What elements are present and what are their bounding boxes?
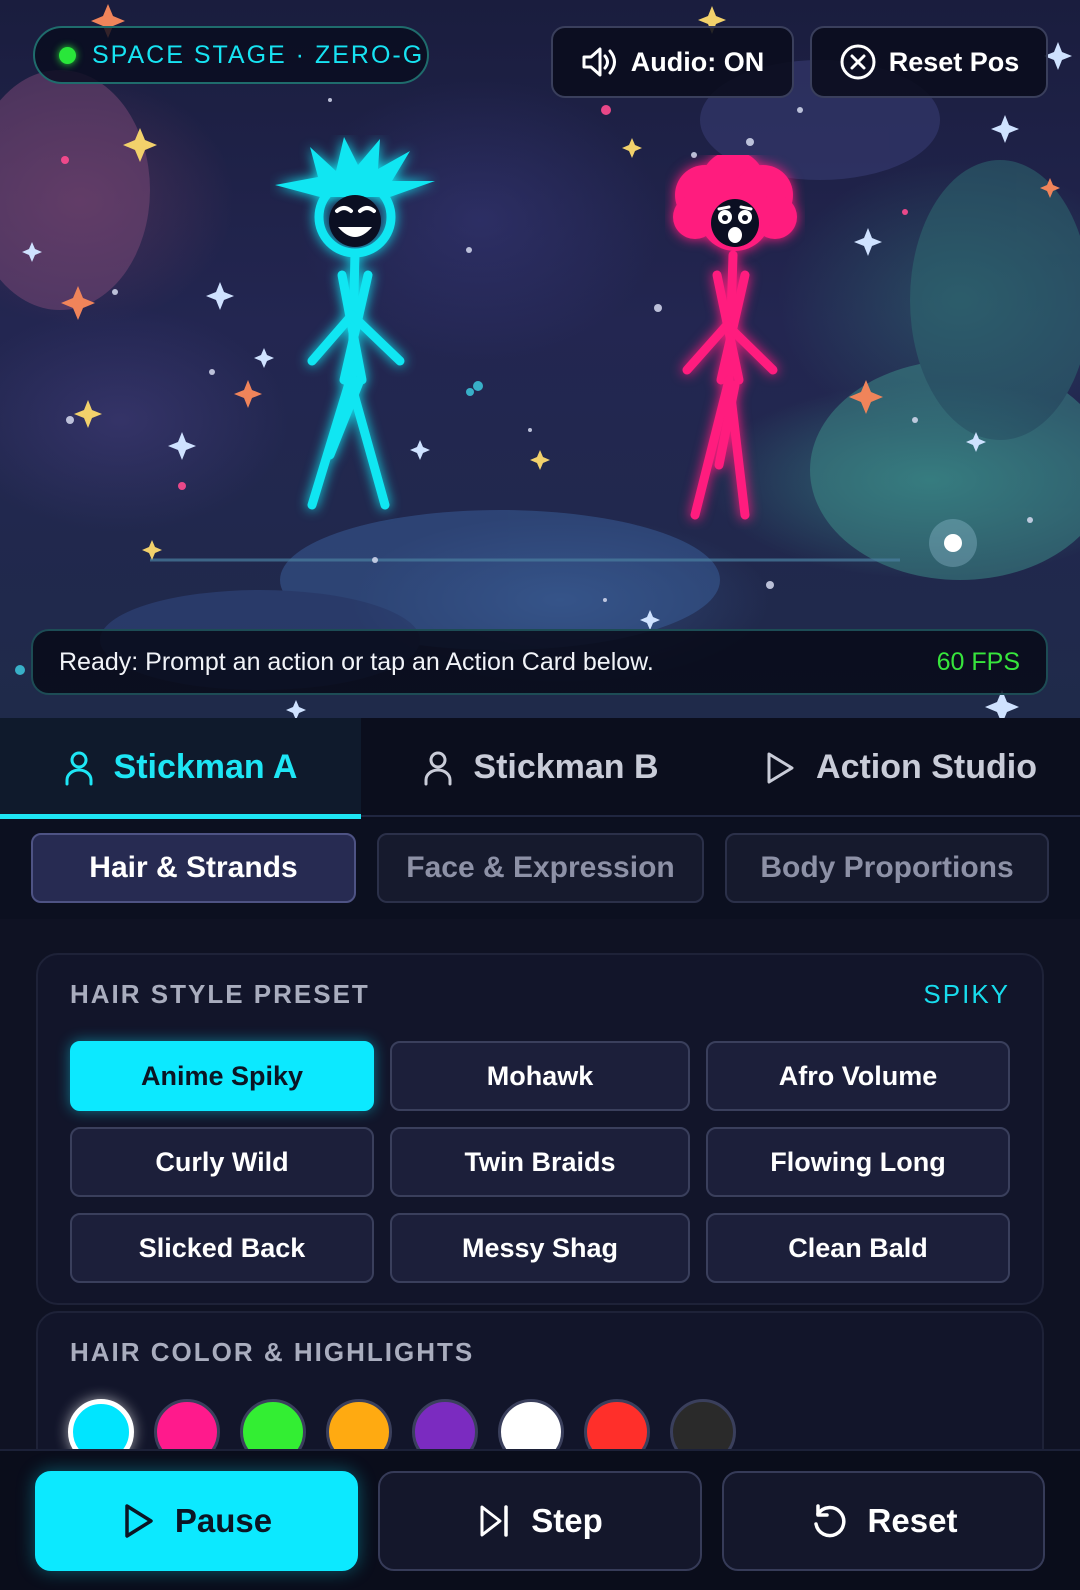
sub-tabs: Hair & Strands Face & Expression Body Pr… <box>0 819 1080 919</box>
tab-action-studio[interactable]: Action Studio <box>721 718 1080 817</box>
stage-badge: SPACE STAGE · ZERO-G <box>33 26 429 84</box>
pause-label: Pause <box>174 1502 273 1539</box>
hair-color-card: HAIR COLOR & HIGHLIGHTS <box>36 1311 1044 1449</box>
speaker-icon <box>582 47 616 77</box>
subtab-body[interactable]: Body Proportions <box>725 833 1049 903</box>
main-tabs: Stickman A Stickman B Action Studio <box>0 718 1080 819</box>
playback-controls: Pause Step Reset <box>0 1449 1080 1590</box>
status-bar: Ready: Prompt an action or tap an Action… <box>31 629 1048 695</box>
preset-flowing-long[interactable]: Flowing Long <box>706 1127 1010 1197</box>
step-button[interactable]: Step <box>378 1471 702 1571</box>
color-swatch[interactable] <box>68 1399 134 1449</box>
preset-slicked-back[interactable]: Slicked Back <box>70 1213 374 1283</box>
stickman-a[interactable] <box>270 135 440 525</box>
preset-clean-bald[interactable]: Clean Bald <box>706 1213 1010 1283</box>
play-icon <box>125 1504 153 1538</box>
stickman-b[interactable] <box>665 155 805 530</box>
hair-style-card: HAIR STYLE PRESET SPIKY Anime Spiky Moha… <box>36 953 1044 1305</box>
color-swatch[interactable] <box>240 1399 306 1449</box>
color-swatch[interactable] <box>412 1399 478 1449</box>
subtab-hair[interactable]: Hair & Strands <box>31 833 356 903</box>
customization-panel[interactable]: HAIR STYLE PRESET SPIKY Anime Spiky Moha… <box>0 919 1080 1449</box>
fps-counter: 60 FPS <box>936 647 1020 676</box>
tab-stickman-a-label: Stickman A <box>113 748 298 786</box>
tab-stickman-b-label: Stickman B <box>473 748 659 786</box>
reset-icon <box>813 1504 846 1538</box>
reset-pos-label: Reset Pos <box>888 46 1020 77</box>
stage-badge-label: SPACE STAGE · ZERO-G <box>92 40 425 69</box>
color-swatch[interactable] <box>584 1399 650 1449</box>
color-swatch[interactable] <box>154 1399 220 1449</box>
tab-action-studio-label: Action Studio <box>816 748 1037 786</box>
play-icon <box>767 752 794 783</box>
preset-curly-wild[interactable]: Curly Wild <box>70 1127 374 1197</box>
preset-anime-spiky[interactable]: Anime Spiky <box>70 1041 374 1111</box>
step-forward-icon <box>480 1505 508 1537</box>
audio-toggle-button[interactable]: Audio: ON <box>551 26 794 98</box>
color-swatch[interactable] <box>498 1399 564 1449</box>
person-icon <box>65 751 93 785</box>
subtab-face[interactable]: Face & Expression <box>377 833 704 903</box>
stage-canvas[interactable]: SPACE STAGE · ZERO-G Audio: ON Reset Pos… <box>0 0 1080 718</box>
close-circle-icon <box>840 44 876 80</box>
audio-toggle-label: Audio: ON <box>630 46 765 77</box>
reset-pos-button[interactable]: Reset Pos <box>810 26 1048 98</box>
person-icon <box>424 751 452 785</box>
color-swatch[interactable] <box>326 1399 392 1449</box>
reset-label: Reset <box>867 1502 958 1539</box>
status-dot-icon <box>59 46 76 64</box>
tab-stickman-b[interactable]: Stickman B <box>361 718 721 817</box>
step-label: Step <box>531 1502 603 1539</box>
color-swatch[interactable] <box>670 1399 736 1449</box>
status-message: Ready: Prompt an action or tap an Action… <box>59 647 654 676</box>
preset-messy-shag[interactable]: Messy Shag <box>390 1213 690 1283</box>
tab-stickman-a[interactable]: Stickman A <box>0 718 361 819</box>
space-background <box>0 4 1080 718</box>
hair-style-current: SPIKY <box>923 979 1010 1009</box>
pause-button[interactable]: Pause <box>35 1471 358 1571</box>
hair-color-title: HAIR COLOR & HIGHLIGHTS <box>70 1337 475 1367</box>
reset-button[interactable]: Reset <box>722 1471 1045 1571</box>
preset-afro-volume[interactable]: Afro Volume <box>706 1041 1010 1111</box>
preset-mohawk[interactable]: Mohawk <box>390 1041 690 1111</box>
preset-twin-braids[interactable]: Twin Braids <box>390 1127 690 1197</box>
hair-style-title: HAIR STYLE PRESET <box>70 979 370 1009</box>
